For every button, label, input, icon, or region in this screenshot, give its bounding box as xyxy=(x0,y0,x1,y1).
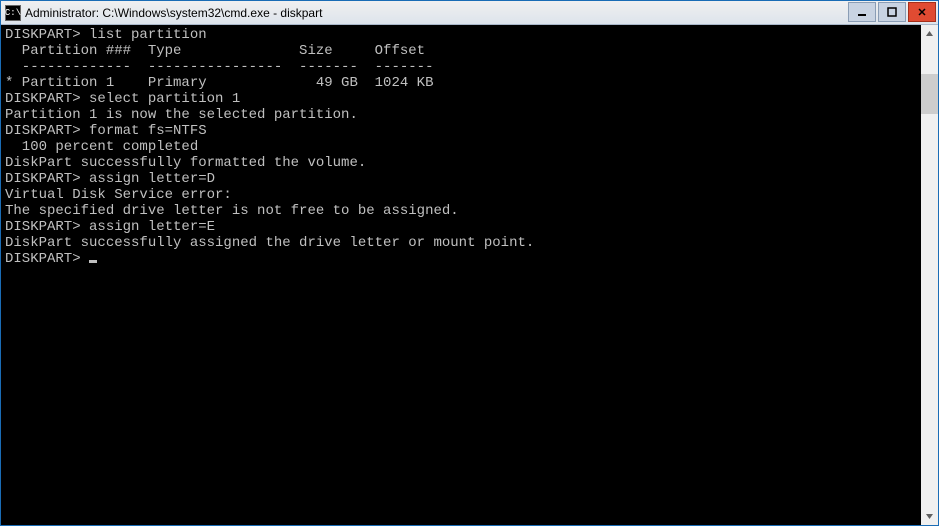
prompt: DISKPART> xyxy=(5,27,89,43)
app-icon: C:\ xyxy=(5,5,21,21)
minimize-button[interactable] xyxy=(848,2,876,22)
prompt: DISKPART> xyxy=(5,123,89,139)
prompt: DISKPART> xyxy=(5,219,89,235)
output-text: DiskPart successfully assigned the drive… xyxy=(5,235,917,251)
output-text: 100 percent completed xyxy=(5,139,917,155)
prompt: DISKPART> xyxy=(5,91,89,107)
chevron-down-icon xyxy=(925,512,934,521)
command-prompt-window: C:\ Administrator: C:\Windows\system32\c… xyxy=(0,0,939,526)
command-text: list partition xyxy=(89,27,207,43)
cursor xyxy=(89,260,97,263)
close-button[interactable] xyxy=(908,2,936,22)
close-icon xyxy=(917,7,927,17)
command-text: format fs=NTFS xyxy=(89,123,207,139)
table-row: * Partition 1 Primary 49 GB 1024 KB xyxy=(5,75,917,91)
minimize-icon xyxy=(857,7,867,17)
maximize-button[interactable] xyxy=(878,2,906,22)
command-text: select partition 1 xyxy=(89,91,240,107)
output-text: DiskPart successfully formatted the volu… xyxy=(5,155,917,171)
command-text: assign letter=E xyxy=(89,219,215,235)
output-text: Partition 1 is now the selected partitio… xyxy=(5,107,917,123)
scrollbar-track[interactable] xyxy=(921,42,938,508)
scrollbar-thumb[interactable] xyxy=(921,74,938,114)
table-divider: ------------- ---------------- ------- -… xyxy=(5,59,917,75)
table-header: Partition ### Type Size Offset xyxy=(5,43,917,59)
error-text: The specified drive letter is not free t… xyxy=(5,203,917,219)
prompt: DISKPART> xyxy=(5,171,89,187)
prompt: DISKPART> xyxy=(5,251,89,267)
scroll-down-button[interactable] xyxy=(921,508,938,525)
command-text: assign letter=D xyxy=(89,171,215,187)
chevron-up-icon xyxy=(925,29,934,38)
window-title: Administrator: C:\Windows\system32\cmd.e… xyxy=(25,6,848,20)
maximize-icon xyxy=(887,7,897,17)
vertical-scrollbar[interactable] xyxy=(921,25,938,525)
terminal-output[interactable]: DISKPART> list partition Partition ### T… xyxy=(1,25,921,525)
titlebar[interactable]: C:\ Administrator: C:\Windows\system32\c… xyxy=(1,1,938,25)
scroll-up-button[interactable] xyxy=(921,25,938,42)
window-controls xyxy=(848,1,938,24)
error-text: Virtual Disk Service error: xyxy=(5,187,917,203)
terminal-area: DISKPART> list partition Partition ### T… xyxy=(1,25,938,525)
